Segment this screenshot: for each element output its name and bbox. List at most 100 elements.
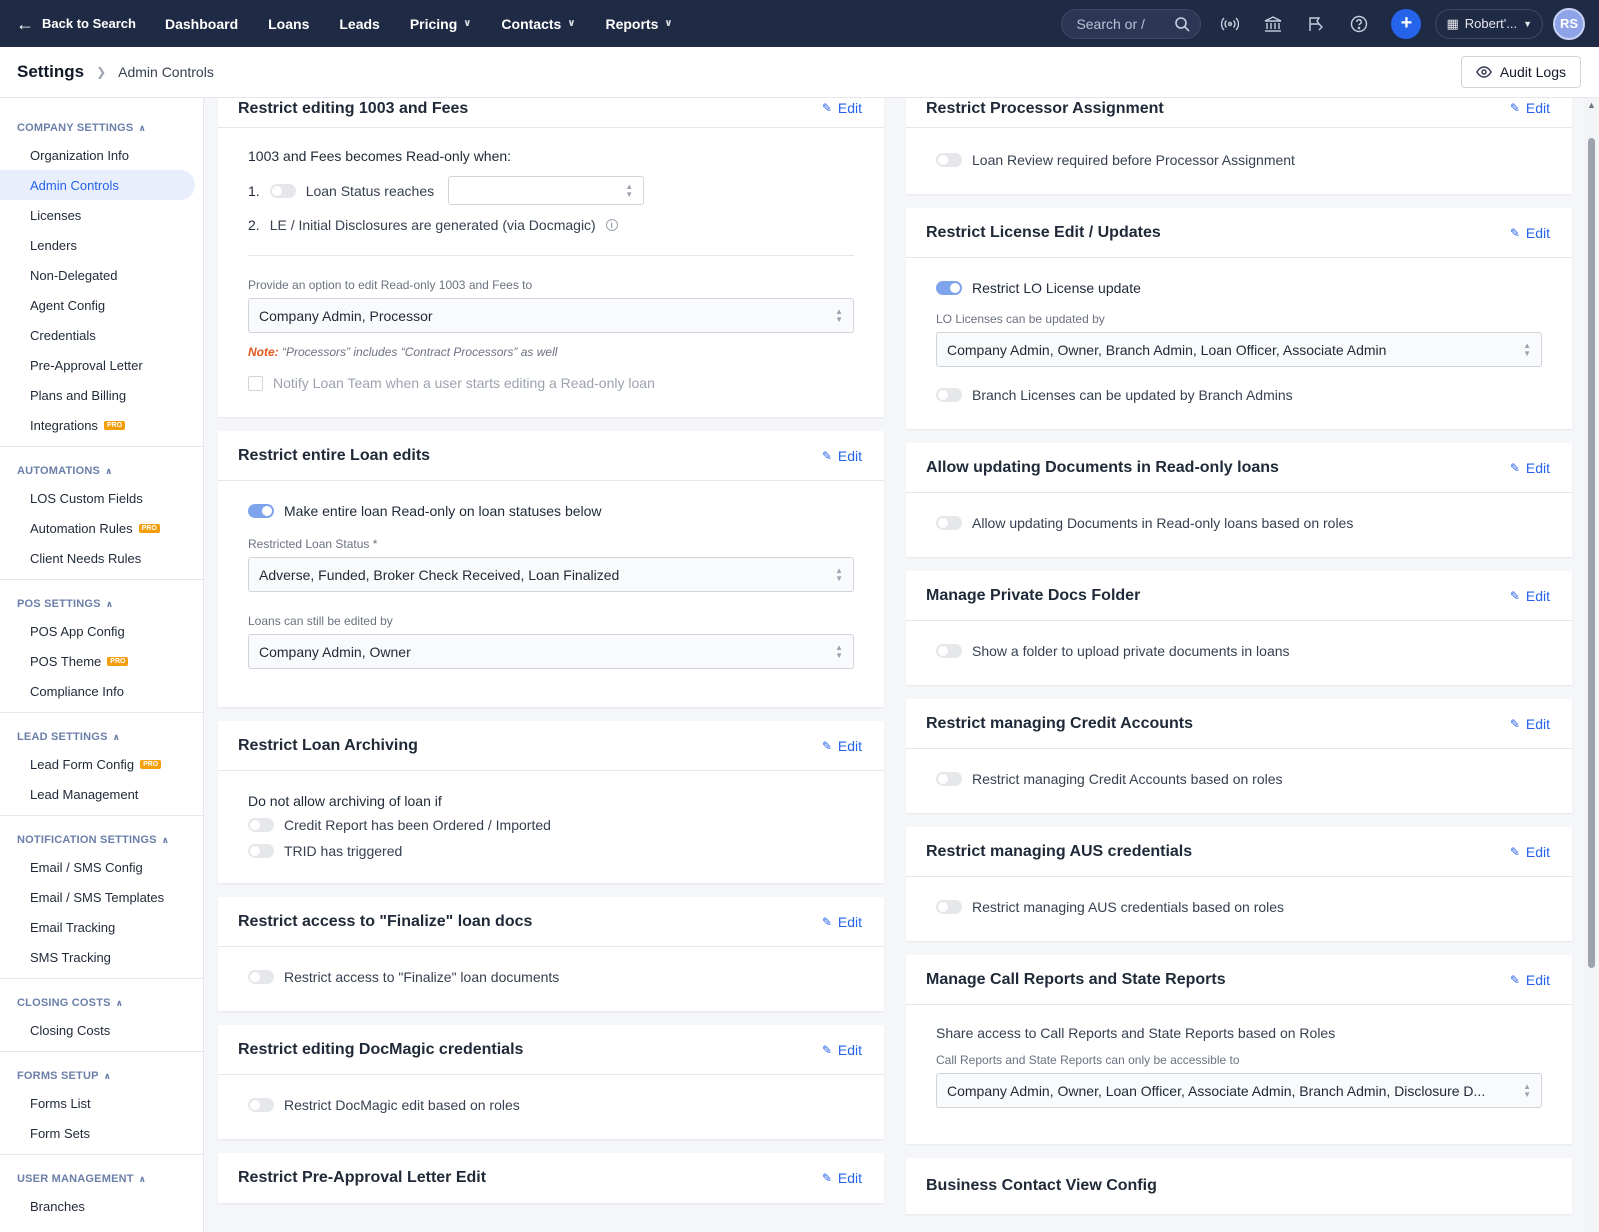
- info-icon[interactable]: i: [605, 219, 618, 231]
- audit-logs-button[interactable]: Audit Logs: [1460, 56, 1581, 88]
- trid-toggle[interactable]: [248, 844, 274, 858]
- back-to-search-button[interactable]: ← Back to Search: [0, 15, 150, 33]
- lo-license-toggle[interactable]: [936, 281, 962, 295]
- credit-accounts-toggle[interactable]: [936, 772, 962, 786]
- scrollbar-thumb[interactable]: [1588, 138, 1595, 968]
- edit-button[interactable]: ✎ Edit: [822, 1170, 862, 1186]
- sort-arrows-icon: ▲ ▼: [1523, 340, 1531, 358]
- card-title: Restrict entire Loan edits: [238, 446, 431, 464]
- edit-label: Edit: [1525, 224, 1550, 241]
- sidebar-item-pos-theme[interactable]: POS Theme PRO: [0, 646, 203, 676]
- scroll-up-icon[interactable]: ▲: [1587, 100, 1596, 110]
- sidebar-item-pos-app-config[interactable]: POS App Config: [0, 616, 203, 646]
- sidebar-item-lead-management[interactable]: Lead Management: [0, 779, 203, 809]
- sidebar-item-admin-controls[interactable]: Admin Controls: [0, 170, 195, 200]
- nav-leads[interactable]: Leads: [324, 16, 394, 32]
- credit-report-toggle[interactable]: [248, 818, 274, 832]
- docmagic-toggle[interactable]: [248, 1098, 274, 1112]
- sidebar-group-header[interactable]: COMPANY SETTINGS ∧: [0, 114, 203, 140]
- docs-readonly-toggle[interactable]: [936, 516, 962, 530]
- sidebar-item-branches[interactable]: Branches: [0, 1191, 203, 1221]
- edit-button[interactable]: ✎ Edit: [822, 448, 862, 464]
- edit-button[interactable]: ✎ Edit: [1510, 972, 1550, 988]
- avatar[interactable]: RS: [1553, 7, 1585, 40]
- sidebar-item-form-sets[interactable]: Form Sets: [0, 1118, 203, 1148]
- bank-icon[interactable]: [1262, 13, 1284, 35]
- sidebar-item-non-delegated[interactable]: Non-Delegated: [0, 260, 203, 290]
- private-docs-toggle[interactable]: [936, 644, 962, 658]
- loans-edited-by-select[interactable]: Company Admin, Owner ▲ ▼: [248, 634, 854, 669]
- option-label: Branch Licenses can be updated by Branch…: [972, 387, 1293, 403]
- edit-button[interactable]: ✎ Edit: [1510, 844, 1550, 860]
- sidebar-item-compliance-info[interactable]: Compliance Info: [0, 676, 203, 706]
- loan-status-toggle[interactable]: [269, 183, 296, 198]
- loan-status-select[interactable]: ▲ ▼: [448, 176, 645, 205]
- sidebar-group-header[interactable]: USER MANAGEMENT ∧: [0, 1165, 203, 1191]
- edit-button[interactable]: ✎ Edit: [1510, 716, 1550, 732]
- sidebar-group-header[interactable]: FORMS SETUP ∧: [0, 1062, 203, 1088]
- edit-button[interactable]: ✎ Edit: [1510, 225, 1550, 241]
- sidebar-item-integrations[interactable]: Integrations PRO: [0, 410, 203, 440]
- pencil-icon: ✎: [1509, 460, 1520, 475]
- sidebar-item-client-needs-rules[interactable]: Client Needs Rules: [0, 543, 203, 573]
- edit-readonly-roles-select[interactable]: Company Admin, Processor ▲ ▼: [248, 298, 854, 333]
- sidebar-item-agent-config[interactable]: Agent Config: [0, 290, 203, 320]
- sidebar-item-users[interactable]: Users: [0, 1221, 203, 1232]
- edit-label: Edit: [837, 100, 862, 116]
- sidebar-item-email-tracking[interactable]: Email Tracking: [0, 912, 203, 942]
- finalize-toggle[interactable]: [248, 970, 274, 984]
- card-private-docs: Manage Private Docs Folder ✎ Edit Show a …: [906, 571, 1572, 685]
- page-scrollbar[interactable]: ▲: [1584, 98, 1599, 1232]
- sidebar-group-header[interactable]: LEAD SETTINGS ∧: [0, 723, 203, 749]
- nav-pricing[interactable]: Pricing ∨: [395, 16, 487, 32]
- edit-button[interactable]: ✎ Edit: [822, 1042, 862, 1058]
- nav-reports[interactable]: Reports ∨: [590, 16, 687, 32]
- sidebar-item-los-custom-fields[interactable]: LOS Custom Fields: [0, 483, 203, 513]
- sidebar-item-credentials[interactable]: Credentials: [0, 320, 203, 350]
- sidebar-item-email-sms-config[interactable]: Email / SMS Config: [0, 852, 203, 882]
- call-reports-roles-select[interactable]: Company Admin, Owner, Loan Officer, Asso…: [936, 1073, 1542, 1108]
- sidebar-item-lead-form-config[interactable]: Lead Form Config PRO: [0, 749, 203, 779]
- aus-toggle[interactable]: [936, 900, 962, 914]
- search-input[interactable]: Search or /: [1061, 8, 1202, 39]
- processors-note: Note: “Processors” includes “Contract Pr…: [248, 345, 854, 359]
- organization-switcher[interactable]: ▦ Robert'... ▼: [1435, 8, 1543, 39]
- sidebar-item-closing-costs[interactable]: Closing Costs: [0, 1015, 203, 1045]
- edit-button[interactable]: ✎ Edit: [822, 738, 862, 754]
- edit-button[interactable]: ✎ Edit: [822, 914, 862, 930]
- edit-button[interactable]: ✎ Edit: [1510, 100, 1550, 116]
- sidebar-item-email-sms-templates[interactable]: Email / SMS Templates: [0, 882, 203, 912]
- sidebar-item-forms-list[interactable]: Forms List: [0, 1088, 203, 1118]
- edit-button[interactable]: ✎ Edit: [1510, 460, 1550, 476]
- help-icon[interactable]: [1348, 13, 1370, 35]
- nav-loans[interactable]: Loans: [253, 16, 324, 32]
- sidebar-item-sms-tracking[interactable]: SMS Tracking: [0, 942, 203, 972]
- sidebar-group-header[interactable]: CLOSING COSTS ∧: [0, 989, 203, 1015]
- pro-badge: PRO: [107, 656, 129, 666]
- edit-button[interactable]: ✎ Edit: [1510, 588, 1550, 604]
- edit-button[interactable]: ✎ Edit: [822, 100, 862, 116]
- processor-toggle[interactable]: [936, 153, 962, 167]
- notify-checkbox[interactable]: [248, 375, 263, 391]
- entire-loan-readonly-toggle[interactable]: [248, 504, 274, 518]
- nav-contacts[interactable]: Contacts ∨: [486, 16, 590, 32]
- branch-license-toggle[interactable]: [936, 388, 962, 402]
- sidebar-item-organization-info[interactable]: Organization Info: [0, 140, 203, 170]
- nav-dashboard[interactable]: Dashboard: [150, 16, 253, 32]
- sidebar-group: POS SETTINGS ∧ POS App Config POS Theme PRO C…: [0, 580, 203, 713]
- sidebar-group-header[interactable]: POS SETTINGS ∧: [0, 590, 203, 616]
- sidebar-item-lenders[interactable]: Lenders: [0, 230, 203, 260]
- sidebar-item-licenses[interactable]: Licenses: [0, 200, 203, 230]
- sidebar-group-header[interactable]: NOTIFICATION SETTINGS ∧: [0, 826, 203, 852]
- broadcast-icon[interactable]: [1219, 13, 1241, 35]
- sidebar-group-header[interactable]: AUTOMATIONS ∧: [0, 457, 203, 483]
- sidebar-item-automation-rules[interactable]: Automation Rules PRO: [0, 513, 203, 543]
- sidebar-item-plans-and-billing[interactable]: Plans and Billing: [0, 380, 203, 410]
- restricted-loan-status-select[interactable]: Adverse, Funded, Broker Check Received, …: [248, 557, 854, 592]
- flag-icon[interactable]: [1305, 13, 1327, 35]
- sidebar-item-pre-approval-letter[interactable]: Pre-Approval Letter: [0, 350, 203, 380]
- breadcrumb-settings[interactable]: Settings: [17, 62, 84, 82]
- create-new-button[interactable]: +: [1391, 8, 1422, 39]
- lo-license-roles-select[interactable]: Company Admin, Owner, Branch Admin, Loan…: [936, 332, 1542, 367]
- card-restrict-license: Restrict License Edit / Updates ✎ Edit Re…: [906, 208, 1572, 429]
